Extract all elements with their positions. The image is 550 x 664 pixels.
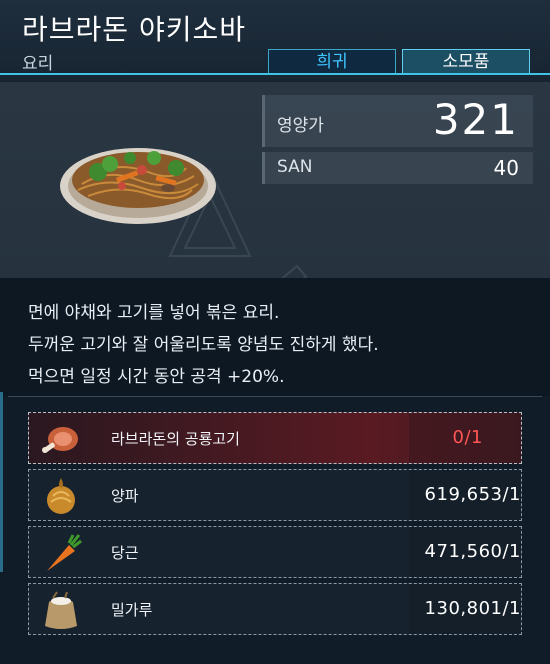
material-row-carrot[interactable]: 당근 471,560/1 (28, 526, 522, 578)
header-divider (0, 73, 550, 75)
material-row-onion[interactable]: 양파 619,653/1 (28, 469, 522, 521)
nutrition-label: 영양가 (277, 116, 324, 136)
material-name: 양파 (111, 487, 139, 505)
material-count-box: 471,560/1 (409, 527, 521, 577)
san-label: SAN (277, 157, 313, 177)
san-stat: SAN 40 (262, 152, 533, 184)
material-name: 밀가루 (111, 601, 153, 619)
left-accent-bar (0, 392, 3, 572)
material-name: 라브라돈의 공룡고기 (111, 430, 240, 448)
carrot-icon (47, 534, 82, 571)
material-count: 130,801/1 (424, 598, 521, 619)
yakisoba-dish-icon (60, 148, 216, 224)
material-row-flour[interactable]: 밀가루 130,801/1 (28, 583, 522, 635)
material-count-box: 130,801/1 (409, 584, 521, 634)
san-value: 40 (493, 156, 519, 180)
section-divider (8, 396, 542, 397)
onion-icon (47, 478, 75, 514)
item-name: 라브라돈 야키소바 (22, 13, 246, 46)
item-description: 면에 야채와 고기를 넣어 볶은 요리. 두꺼운 고기와 잘 어울리도록 양념도… (0, 278, 550, 396)
type-tag: 소모품 (402, 49, 530, 73)
item-header: 라브라돈 야키소바 요리 희귀 소모품 (0, 0, 550, 82)
material-count-box: 0/1 (409, 413, 521, 463)
material-name: 당근 (111, 544, 139, 562)
rarity-tag: 희귀 (268, 49, 396, 73)
description-line: 먹으면 일정 시간 동안 공격 +20%. (28, 367, 285, 387)
material-row-meat[interactable]: 라브라돈의 공룡고기 0/1 (28, 412, 522, 464)
item-image-area: 영양가 321 SAN 40 (0, 82, 550, 317)
description-line: 두꺼운 고기와 잘 어울리도록 양념도 진하게 했다. (28, 335, 379, 355)
meat-icon (42, 427, 78, 453)
material-count: 619,653/1 (424, 484, 521, 505)
description-line: 면에 야채와 고기를 넣어 볶은 요리. (28, 303, 280, 323)
material-count: 0/1 (452, 427, 483, 448)
material-count: 471,560/1 (424, 541, 521, 562)
item-category: 요리 (22, 54, 54, 74)
nutrition-value: 321 (432, 95, 519, 144)
item-detail-panel: 라브라돈 야키소바 요리 희귀 소모품 영양가 321 SAN 40 면에 야채… (0, 0, 550, 664)
flour-sack-icon (45, 591, 77, 629)
nutrition-stat: 영양가 321 (262, 95, 533, 147)
material-count-box: 619,653/1 (409, 470, 521, 520)
